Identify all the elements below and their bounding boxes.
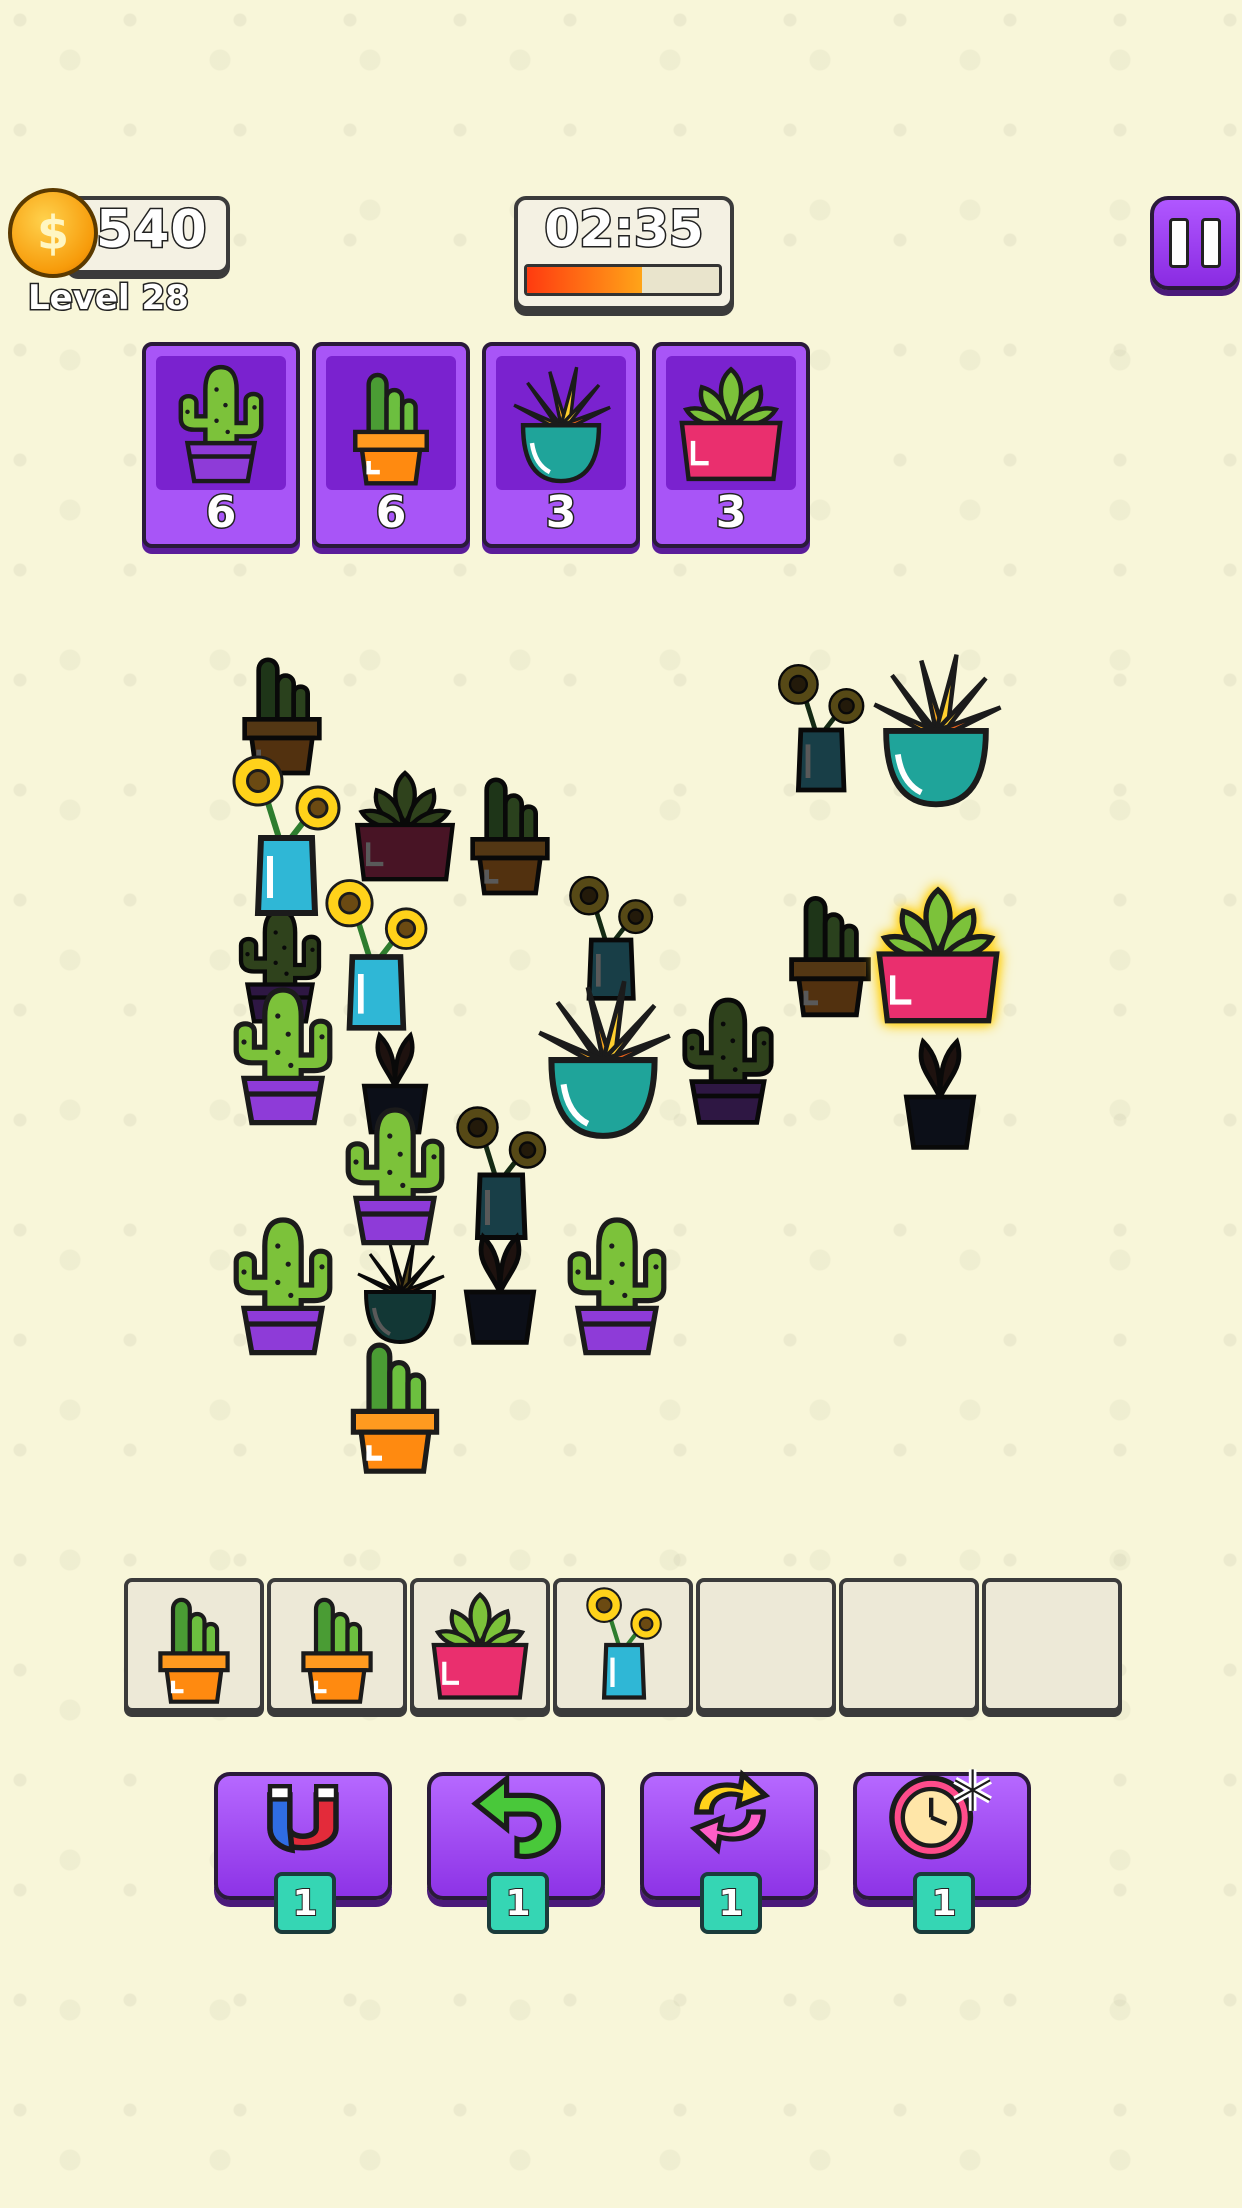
tile-spiky-plant	[856, 640, 1016, 816]
goal-count: 6	[374, 486, 408, 540]
tile-tall-cactus	[330, 1316, 460, 1486]
succulent-icon	[414, 1582, 546, 1708]
tile-sunflower	[300, 872, 450, 1042]
freeze-clock-icon	[889, 1769, 992, 1860]
freeze-time-button[interactable]: 1	[853, 1769, 1031, 1934]
tray-slot-6	[839, 1578, 979, 1712]
tray-slot-4	[553, 1578, 693, 1712]
magnet-icon	[267, 1784, 339, 1854]
coin-icon: $	[8, 188, 98, 278]
goal-card-cactus: 6	[142, 342, 300, 548]
tile-spiky-plant	[520, 966, 686, 1148]
tall-cactus-icon	[128, 1582, 260, 1708]
coin-value: 540	[95, 199, 209, 262]
tile-succulent-highlighted	[858, 874, 1018, 1034]
goal-card-succulent: 3	[652, 342, 810, 548]
tray-slot-7	[982, 1578, 1122, 1712]
tile-cactus	[330, 1090, 460, 1260]
tall-cactus-icon	[271, 1582, 403, 1708]
tile-tall-cactus	[770, 870, 890, 1030]
tile-sunflower	[760, 640, 880, 820]
tile-cactus	[218, 970, 348, 1140]
tile-sunflower	[540, 870, 680, 1010]
tray-slot-5	[696, 1578, 836, 1712]
tile-cactus	[668, 980, 788, 1140]
tile-dark-plant	[880, 1010, 1000, 1160]
goal-count: 3	[714, 486, 748, 540]
shuffle-button[interactable]: 1	[640, 1769, 818, 1934]
goal-count: 6	[204, 486, 238, 540]
goal-count: 3	[544, 486, 578, 540]
sunflower-icon	[557, 1582, 689, 1708]
cactus-icon	[156, 356, 286, 490]
spiky-plant-icon	[496, 356, 626, 490]
undo-icon	[471, 1773, 562, 1860]
tray-slot-1	[124, 1578, 264, 1712]
tile-cactus	[220, 900, 340, 1030]
tile-dark-plant	[340, 1000, 450, 1150]
level-label: Level 28	[27, 277, 191, 320]
freeze-time-count: 1	[913, 1872, 975, 1934]
shuffle-icon	[689, 1769, 771, 1855]
undo-count: 1	[487, 1872, 549, 1934]
tile-tall-cactus	[450, 760, 570, 900]
tray-slot-3	[410, 1578, 550, 1712]
pause-icon	[1169, 218, 1189, 268]
timer-value: 02:35	[543, 199, 705, 260]
tile-spiky-plant	[330, 1230, 470, 1350]
shuffle-count: 1	[700, 1872, 762, 1934]
tile-succulent	[330, 760, 480, 890]
timer-progress-fill	[527, 267, 643, 293]
succulent-icon	[666, 356, 796, 490]
magnet-count: 1	[274, 1872, 336, 1934]
tile-sunflower	[430, 1100, 570, 1250]
magnet-button[interactable]: 1	[214, 1772, 392, 1934]
tile-sunflower	[210, 748, 360, 928]
tray-slot-2	[267, 1578, 407, 1712]
pause-button[interactable]	[1150, 196, 1240, 290]
timer-progress-bar	[524, 264, 722, 296]
tile-tall-cactus	[222, 640, 342, 780]
tall-cactus-icon	[326, 356, 456, 490]
goal-card-spiky-plant: 3	[482, 342, 640, 548]
undo-button[interactable]: 1	[427, 1772, 605, 1934]
tile-dark-plant	[440, 1200, 560, 1360]
tile-cactus	[218, 1200, 348, 1370]
tile-cactus	[552, 1200, 682, 1370]
goal-card-tall-cactus: 6	[312, 342, 470, 548]
